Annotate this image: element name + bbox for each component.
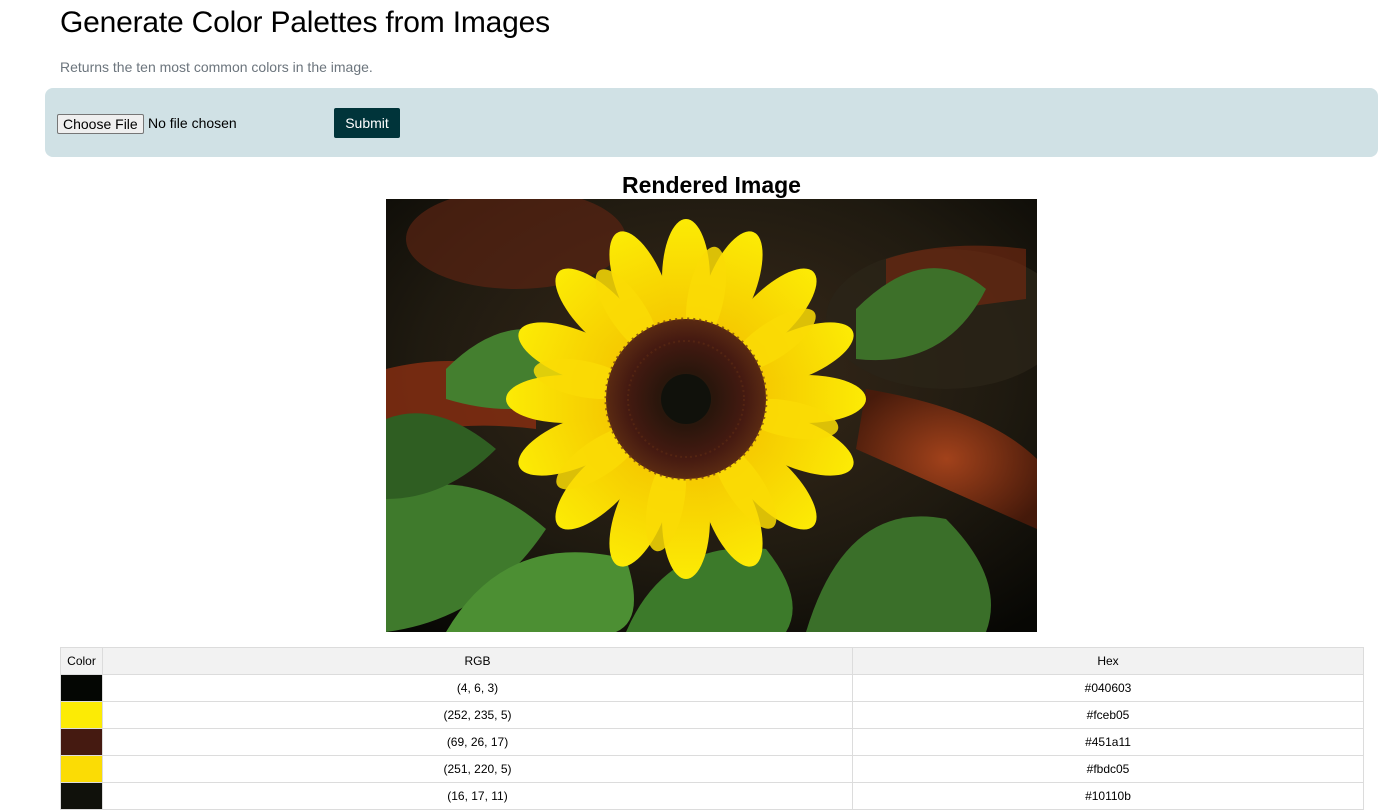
- hex-value: #451a11: [852, 728, 1364, 756]
- color-swatch-cell: [60, 701, 103, 729]
- page-subtitle: Returns the ten most common colors in th…: [60, 59, 373, 75]
- page: Generate Color Palettes from Images Retu…: [0, 0, 1398, 810]
- color-swatch-cell: [60, 728, 103, 756]
- rgb-value: (252, 235, 5): [102, 701, 853, 729]
- file-status-text: No file chosen: [148, 115, 237, 131]
- rendered-sunflower-image: [386, 199, 1037, 632]
- hex-value: #fbdc05: [852, 755, 1364, 783]
- column-header-hex: Hex: [852, 647, 1364, 675]
- rgb-value: (251, 220, 5): [102, 755, 853, 783]
- color-swatch-cell: [60, 755, 103, 783]
- hex-value: #fceb05: [852, 701, 1364, 729]
- color-swatch-cell: [60, 674, 103, 702]
- color-swatch: [61, 756, 102, 782]
- submit-button[interactable]: Submit: [334, 108, 400, 138]
- rendered-image-title: Rendered Image: [622, 172, 801, 198]
- table-row: (4, 6, 3) #040603: [60, 674, 1364, 702]
- table-row: (251, 220, 5) #fbdc05: [60, 755, 1364, 783]
- rgb-value: (69, 26, 17): [102, 728, 853, 756]
- color-swatch: [61, 729, 102, 755]
- color-swatch-cell: [60, 782, 103, 810]
- table-row: (252, 235, 5) #fceb05: [60, 701, 1364, 729]
- page-title: Generate Color Palettes from Images: [60, 6, 550, 39]
- table-header-row: Color RGB Hex: [60, 647, 1364, 675]
- upload-form: Choose File No file chosen Submit: [45, 88, 1378, 157]
- choose-file-button[interactable]: Choose File: [57, 114, 144, 134]
- rgb-value: (4, 6, 3): [102, 674, 853, 702]
- color-swatch: [61, 702, 102, 728]
- table-row: (69, 26, 17) #451a11: [60, 728, 1364, 756]
- rgb-value: (16, 17, 11): [102, 782, 853, 810]
- hex-value: #040603: [852, 674, 1364, 702]
- color-swatch: [61, 675, 102, 701]
- hex-value: #10110b: [852, 782, 1364, 810]
- column-header-rgb: RGB: [102, 647, 853, 675]
- column-header-color: Color: [60, 647, 103, 675]
- color-swatch: [61, 783, 102, 809]
- table-row: (16, 17, 11) #10110b: [60, 782, 1364, 810]
- palette-table: Color RGB Hex (4, 6, 3) #040603 (252, 235,…: [60, 647, 1364, 810]
